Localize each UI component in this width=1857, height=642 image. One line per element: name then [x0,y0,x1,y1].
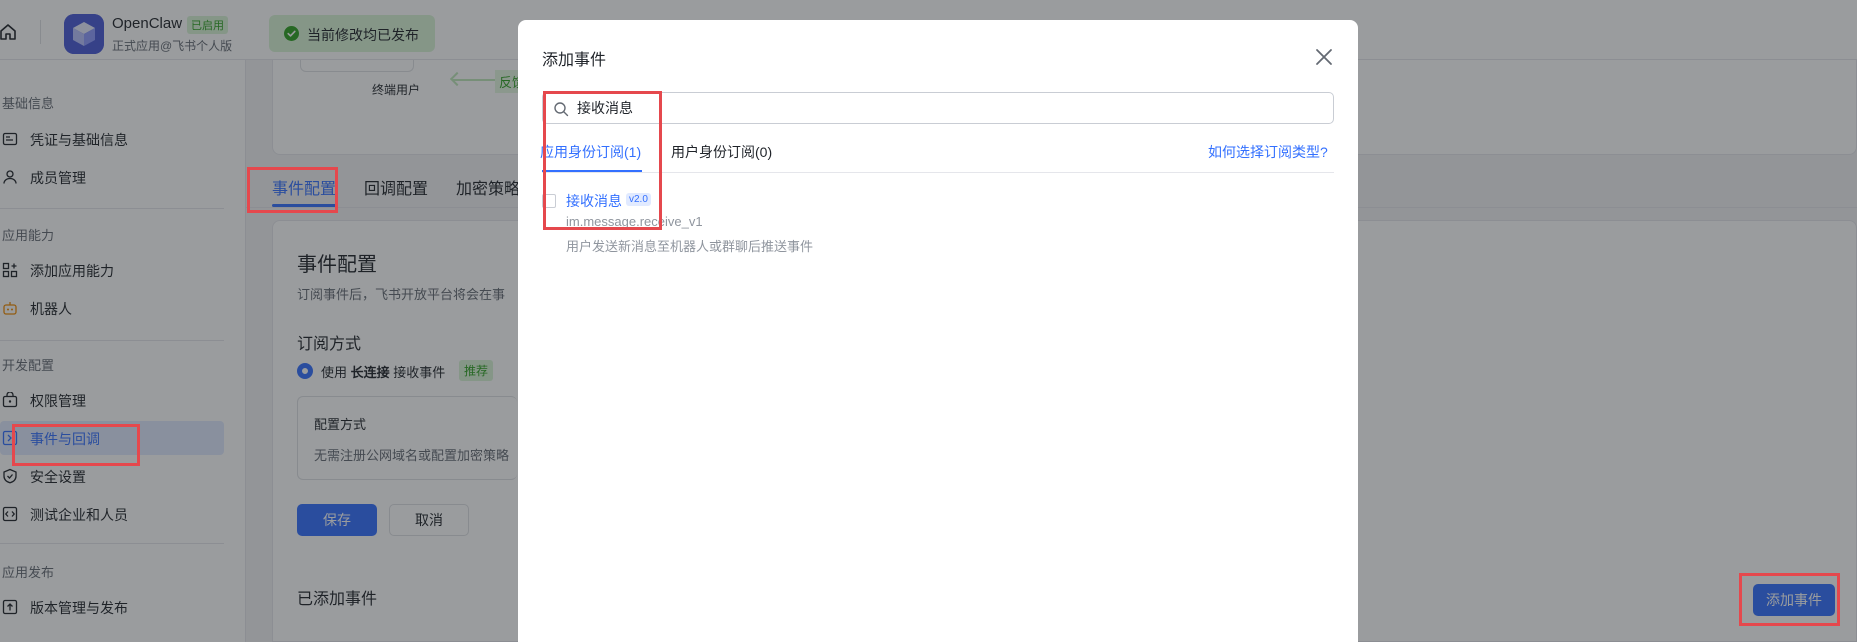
close-icon[interactable] [1312,45,1336,69]
highlight-search-and-event [543,91,662,230]
highlight-event-config-tab [247,167,338,213]
modal-title: 添加事件 [542,52,607,69]
tab-user-identity[interactable]: 用户身份订阅(0) [671,142,772,162]
event-description: 用户发送新消息至机器人或群聊后推送事件 [566,239,814,254]
help-link[interactable]: 如何选择订阅类型? [1208,142,1328,162]
highlight-events-nav [12,424,140,466]
search-input[interactable] [577,98,1317,118]
highlight-add-event-button [1739,573,1840,626]
